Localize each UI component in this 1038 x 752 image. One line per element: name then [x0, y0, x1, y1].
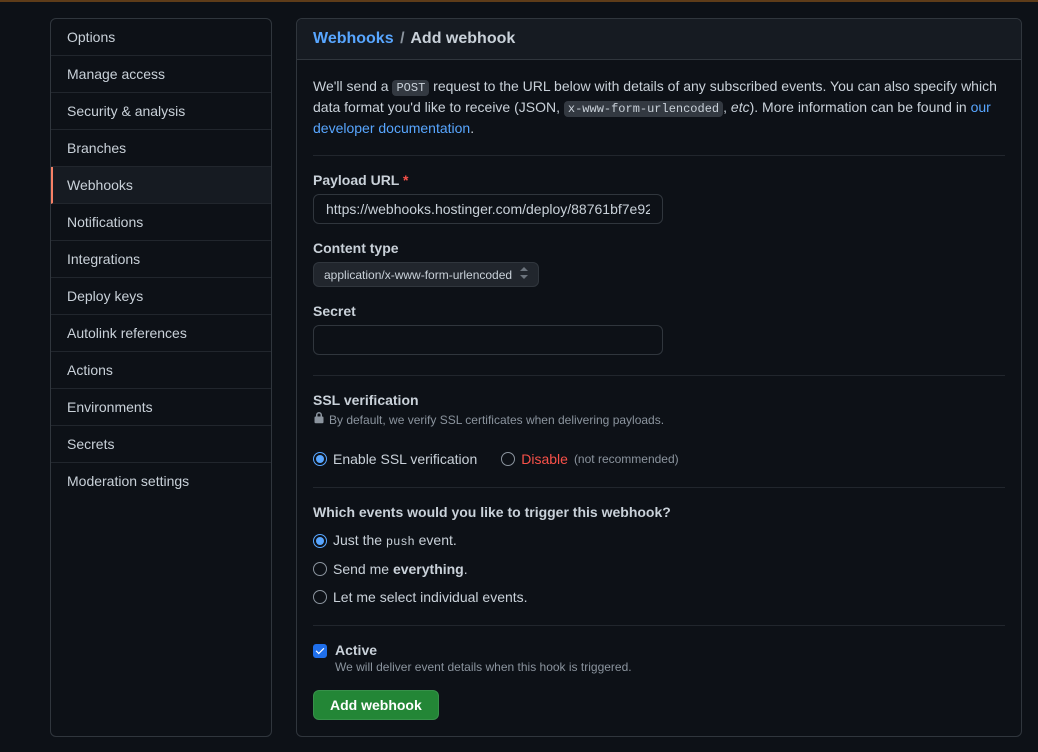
ssl-verification-title: SSL verification — [313, 392, 1005, 408]
content-type-value: application/x-www-form-urlencoded — [324, 268, 512, 282]
required-mark: * — [403, 172, 408, 188]
sidebar-item-deploy-keys[interactable]: Deploy keys — [51, 278, 271, 315]
post-code: POST — [392, 80, 429, 96]
content-type-select[interactable]: application/x-www-form-urlencoded — [313, 262, 539, 287]
sidebar-item-label: Notifications — [67, 214, 143, 230]
lock-icon — [313, 412, 325, 427]
events-individual-option[interactable]: Let me select individual events. — [313, 589, 1005, 605]
select-caret-icon — [520, 267, 528, 282]
sidebar-item-integrations[interactable]: Integrations — [51, 241, 271, 278]
active-help-text: We will deliver event details when this … — [335, 660, 632, 674]
radio-icon — [313, 534, 327, 548]
sidebar-item-label: Manage access — [67, 66, 165, 82]
ssl-disable-label: Disable — [521, 451, 568, 467]
sidebar-item-options[interactable]: Options — [51, 19, 271, 56]
active-label: Active — [335, 642, 632, 658]
sidebar-item-autolink-references[interactable]: Autolink references — [51, 315, 271, 352]
sidebar-item-security-analysis[interactable]: Security & analysis — [51, 93, 271, 130]
sidebar-item-secrets[interactable]: Secrets — [51, 426, 271, 463]
sidebar-item-label: Integrations — [67, 251, 140, 267]
intro-text: We'll send a POST request to the URL bel… — [313, 76, 1005, 156]
sidebar-item-label: Security & analysis — [67, 103, 185, 119]
events-just-push-option[interactable]: Just the push event. — [313, 532, 1005, 549]
payload-url-label: Payload URL * — [313, 172, 1005, 188]
settings-sidebar: Options Manage access Security & analysi… — [50, 18, 272, 737]
ssl-enable-label: Enable SSL verification — [333, 451, 477, 467]
push-code: push — [386, 535, 415, 549]
sidebar-item-notifications[interactable]: Notifications — [51, 204, 271, 241]
secret-input[interactable] — [313, 325, 663, 355]
sidebar-item-label: Moderation settings — [67, 473, 189, 489]
active-checkbox[interactable] — [313, 644, 327, 658]
ssl-disable-hint: (not recommended) — [574, 452, 679, 466]
sidebar-item-manage-access[interactable]: Manage access — [51, 56, 271, 93]
payload-url-input[interactable] — [313, 194, 663, 224]
events-title: Which events would you like to trigger t… — [313, 504, 1005, 520]
ssl-disable-option[interactable]: Disable (not recommended) — [501, 451, 678, 467]
sidebar-item-actions[interactable]: Actions — [51, 352, 271, 389]
radio-icon — [313, 452, 327, 466]
sidebar-item-label: Branches — [67, 140, 126, 156]
ssl-enable-option[interactable]: Enable SSL verification — [313, 451, 477, 467]
breadcrumb: Webhooks / Add webhook — [297, 19, 1021, 60]
main-panel: Webhooks / Add webhook We'll send a POST… — [296, 18, 1022, 737]
check-icon — [315, 646, 325, 656]
ssl-help-text: By default, we verify SSL certificates w… — [329, 413, 664, 427]
sidebar-item-label: Actions — [67, 362, 113, 378]
events-individual-label: Let me select individual events. — [333, 589, 528, 605]
sidebar-item-label: Options — [67, 29, 115, 45]
secret-label: Secret — [313, 303, 1005, 319]
sidebar-item-label: Secrets — [67, 436, 114, 452]
sidebar-item-moderation-settings[interactable]: Moderation settings — [51, 463, 271, 499]
breadcrumb-parent-link[interactable]: Webhooks — [313, 30, 394, 47]
sidebar-item-webhooks[interactable]: Webhooks — [51, 167, 271, 204]
radio-icon — [313, 562, 327, 576]
sidebar-item-label: Autolink references — [67, 325, 187, 341]
sidebar-item-branches[interactable]: Branches — [51, 130, 271, 167]
content-type-label: Content type — [313, 240, 1005, 256]
radio-icon — [313, 590, 327, 604]
radio-icon — [501, 452, 515, 466]
form-urlencoded-code: x-www-form-urlencoded — [564, 101, 723, 117]
breadcrumb-separator: / — [400, 30, 404, 47]
sidebar-item-label: Environments — [67, 399, 153, 415]
sidebar-item-label: Webhooks — [67, 177, 133, 193]
breadcrumb-current: Add webhook — [410, 30, 515, 47]
sidebar-item-environments[interactable]: Environments — [51, 389, 271, 426]
sidebar-item-label: Deploy keys — [67, 288, 143, 304]
events-everything-option[interactable]: Send me everything. — [313, 561, 1005, 577]
add-webhook-button[interactable]: Add webhook — [313, 690, 439, 720]
